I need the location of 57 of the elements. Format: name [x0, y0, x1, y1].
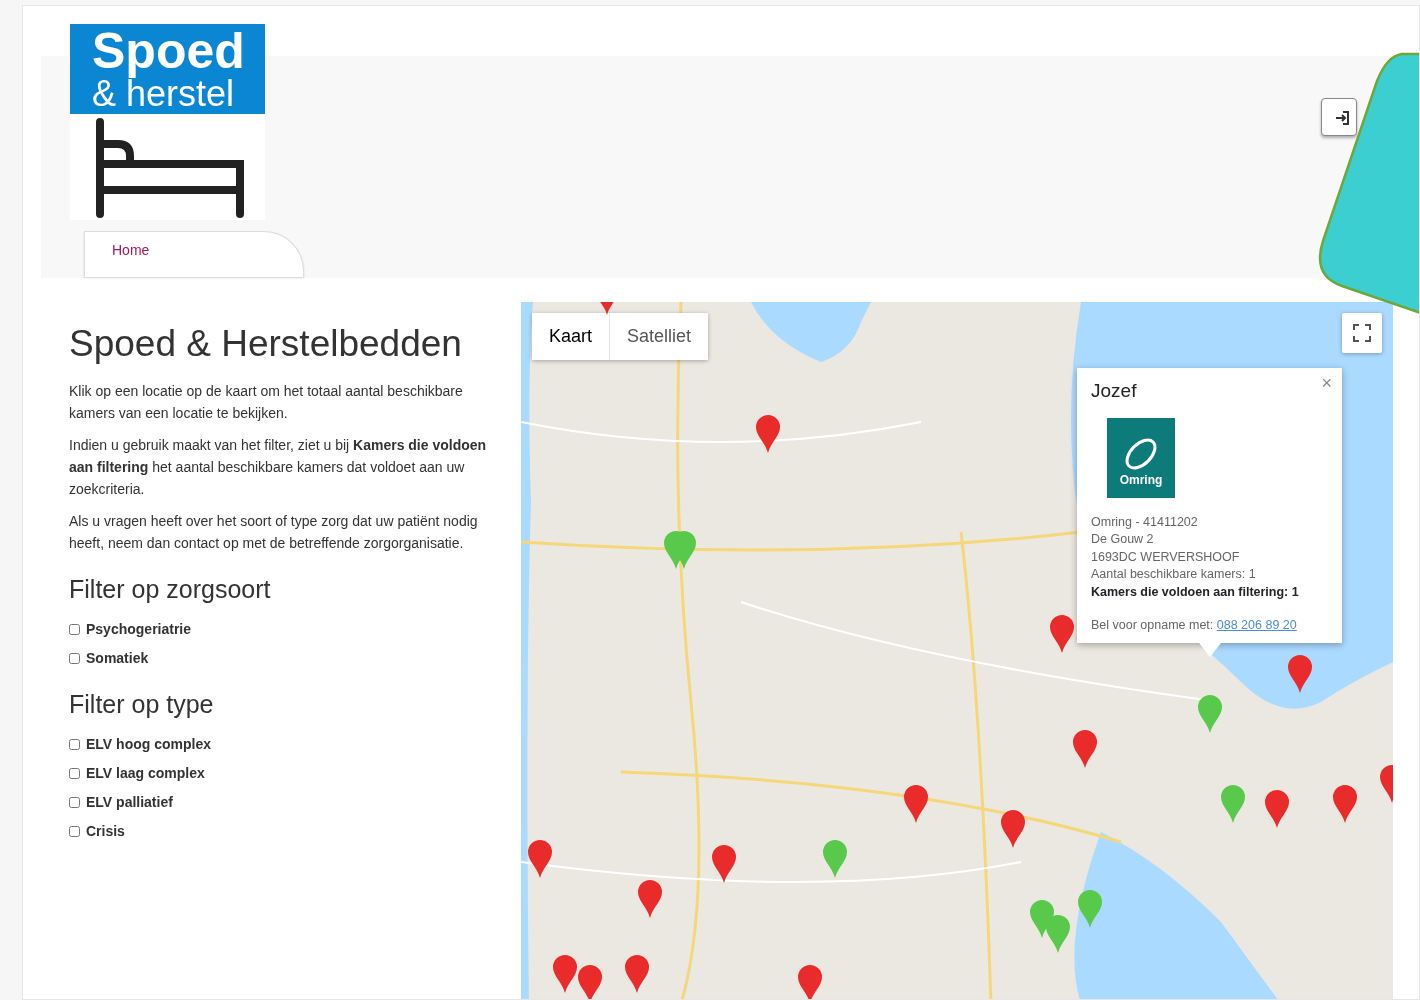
logo-text: Omring	[1119, 472, 1163, 489]
close-button[interactable]: ×	[1321, 374, 1332, 392]
paragraph: Indien u gebruik maakt van het filter, ziet u bij Kamers die voldoen aan filtering het aantal beschikbare kamers dat voldoet aan uw zoekcriteria.	[69, 436, 488, 500]
map-marker[interactable]	[527, 839, 553, 879]
map-marker[interactable]	[1264, 789, 1290, 829]
checkbox[interactable]	[69, 738, 80, 750]
checkbox[interactable]	[69, 825, 80, 837]
login-icon	[1334, 108, 1352, 127]
checkbox-label[interactable]: Psychogeriatrie	[86, 618, 192, 641]
map-marker[interactable]	[1045, 914, 1071, 954]
map-marker[interactable]	[1072, 729, 1098, 769]
map-marker[interactable]	[1287, 654, 1313, 694]
map-type-tab[interactable]: Kaart	[532, 313, 610, 360]
login-button[interactable]	[1321, 98, 1357, 136]
address-line: Aantal beschikbare kamers: 1	[1091, 566, 1257, 583]
filter-count: Kamers die voldoen aan filtering: 1	[1091, 583, 1300, 601]
popup-title: Jozef	[1091, 382, 1138, 400]
address-line: 1693DC WERVERSHOOF	[1091, 548, 1241, 566]
paragraph: Klik op een locatie op de kaart om het totaal aantal beschikbare kamers van een locatie te bekijken.	[69, 382, 464, 424]
checkbox-label[interactable]: ELV palliatief	[86, 791, 173, 814]
map-type-tab[interactable]: Satelliet	[609, 313, 709, 360]
map-marker[interactable]	[797, 964, 823, 999]
map-marker[interactable]	[1049, 614, 1075, 654]
paragraph: Als u vragen heeft over het soort of type zorg dat uw patiënt nodig heeft, neem dan contact op met de betreffende zorgorganisatie.	[69, 512, 479, 554]
checkbox[interactable]	[69, 652, 80, 664]
map-marker[interactable]	[822, 839, 848, 879]
logo-text: Spoed	[92, 26, 246, 76]
call-label: Bel voor opname met:	[1091, 618, 1214, 632]
checkbox-label[interactable]: Crisis	[86, 820, 125, 843]
map-marker[interactable]	[1077, 889, 1103, 929]
map-marker[interactable]	[1197, 694, 1223, 734]
checkbox-label[interactable]: ELV laag complex	[86, 762, 205, 785]
page-title: Spoed & Herstelbedden	[69, 322, 463, 366]
fullscreen-button[interactable]	[1342, 313, 1382, 353]
phone-link[interactable]: 088 206 89 20	[1216, 618, 1297, 632]
checkbox-label[interactable]: Somatiek	[86, 647, 149, 670]
address-line: De Gouw 2	[1091, 531, 1155, 548]
map-marker[interactable]	[711, 844, 737, 884]
map-marker[interactable]	[903, 784, 929, 824]
map-marker[interactable]	[1000, 809, 1026, 849]
checkbox[interactable]	[69, 796, 80, 808]
checkbox[interactable]	[69, 623, 80, 635]
map-marker[interactable]	[1220, 784, 1246, 824]
map-marker[interactable]	[755, 414, 781, 454]
map-marker[interactable]	[1332, 784, 1358, 824]
map-marker[interactable]	[577, 964, 603, 999]
checkbox[interactable]	[69, 767, 80, 779]
map-marker[interactable]	[552, 954, 578, 994]
fullscreen-icon	[1353, 324, 1371, 342]
map-marker[interactable]	[637, 879, 663, 919]
map-marker[interactable]	[624, 954, 650, 994]
section-heading: Filter op zorgsoort	[69, 574, 272, 605]
section-heading: Filter op type	[69, 689, 215, 720]
map-marker[interactable]	[1029, 899, 1055, 939]
nav-tab[interactable]: Home	[84, 231, 304, 277]
checkbox-label[interactable]: ELV hoog complex	[86, 733, 211, 756]
address-line: Omring - 41411202	[1091, 513, 1199, 531]
